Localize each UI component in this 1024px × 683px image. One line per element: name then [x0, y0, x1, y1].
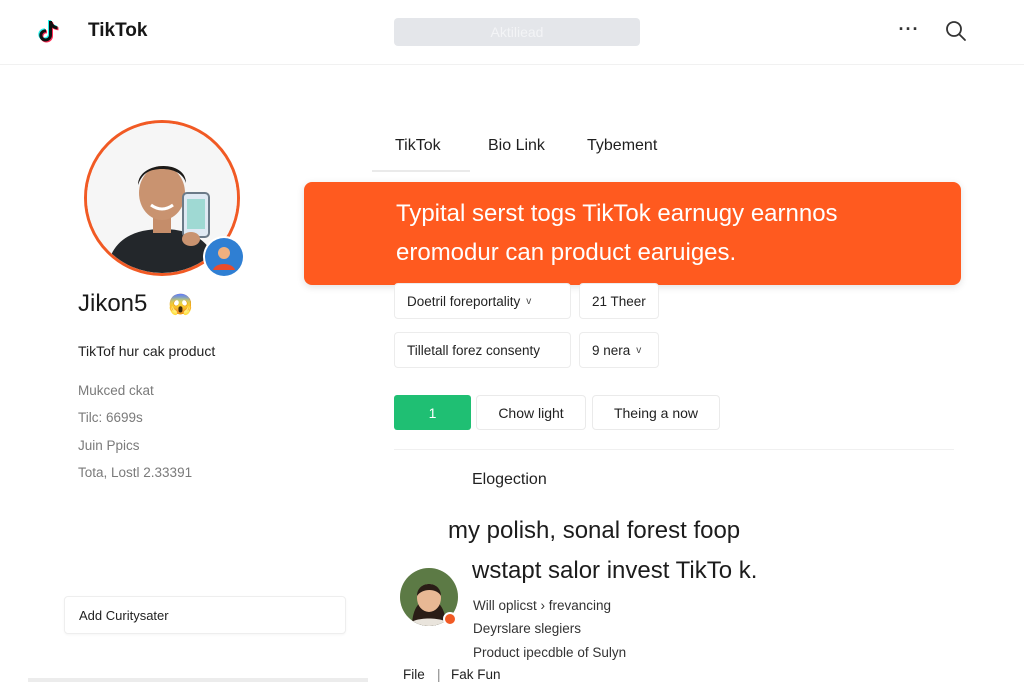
active-tab-underline: [372, 170, 470, 172]
filter-dropdown-nera[interactable]: 9 nera v: [579, 332, 659, 368]
chevron-down-icon: v: [526, 295, 532, 307]
more-options-icon[interactable]: ···: [897, 20, 921, 43]
theing-now-button[interactable]: Theing a now: [592, 395, 720, 430]
filter-count-pill[interactable]: 21 Theer: [579, 283, 659, 319]
banner-text-line-2: eromodur can product earuiges.: [396, 239, 737, 266]
banner-text-line-1: Typital serst togs TikTok earnugy earnno…: [396, 200, 838, 227]
detail-row: Product ipecdble of Sulyn: [473, 645, 627, 660]
tab-tybement[interactable]: Tybement: [587, 137, 657, 155]
tiktok-logo-icon[interactable]: [38, 18, 62, 44]
avatar-badge: [203, 236, 245, 278]
filter-dropdown-portality[interactable]: Doetril foreportality v: [394, 283, 571, 319]
footer-separator: |: [437, 667, 441, 682]
primary-action-button[interactable]: 1: [394, 395, 471, 430]
detail-row[interactable]: Will oplicst › frevancing: [473, 598, 611, 613]
profile-bio: TikTof hur cak product: [78, 343, 216, 359]
profile-username: Jikon5: [78, 290, 148, 317]
badge-person-icon: [205, 238, 243, 276]
header-search-bar[interactable]: Aktiliead: [394, 18, 640, 46]
footer-link-file[interactable]: File: [403, 667, 425, 682]
left-bottom-divider: [28, 678, 368, 682]
profile-meta-line: Juin Ppics: [78, 438, 140, 453]
search-icon[interactable]: [944, 19, 968, 43]
section-headline-line-1: my polish, sonal forest foop: [448, 517, 741, 544]
brand-name[interactable]: TikTok: [88, 20, 147, 42]
footer-link-fak-fun[interactable]: Fak Fun: [451, 667, 501, 682]
add-community-button[interactable]: Add Curitysater: [64, 596, 346, 634]
tab-bio-link[interactable]: Bio Link: [488, 137, 545, 155]
filter-label: 21 Theer: [592, 293, 646, 309]
chevron-down-icon: v: [636, 344, 642, 356]
section-headline-line-2: wstapt salor invest TikTo k.: [472, 557, 758, 584]
profile-meta-line: Tilc: 6699s: [78, 410, 143, 425]
section-divider: [394, 449, 954, 450]
filter-label: 9 nera: [592, 342, 631, 358]
filter-consenty-pill[interactable]: Tilletall forez consenty: [394, 332, 571, 368]
filter-label: Tilletall forez consenty: [407, 342, 541, 358]
chow-light-button[interactable]: Chow light: [476, 395, 586, 430]
online-status-dot: [443, 612, 457, 626]
tab-tiktok[interactable]: TikTok: [395, 137, 441, 155]
section-title: Elogection: [472, 471, 547, 488]
profile-meta-line: Mukced ckat: [78, 383, 154, 398]
filter-label: Doetril foreportality: [407, 293, 521, 309]
username-emoji: 😱: [168, 294, 193, 316]
profile-meta-line: Tota, Lostl 2.33391: [78, 465, 193, 480]
detail-row: Deyrslare slegiers: [473, 621, 582, 636]
promo-banner: [304, 182, 961, 285]
